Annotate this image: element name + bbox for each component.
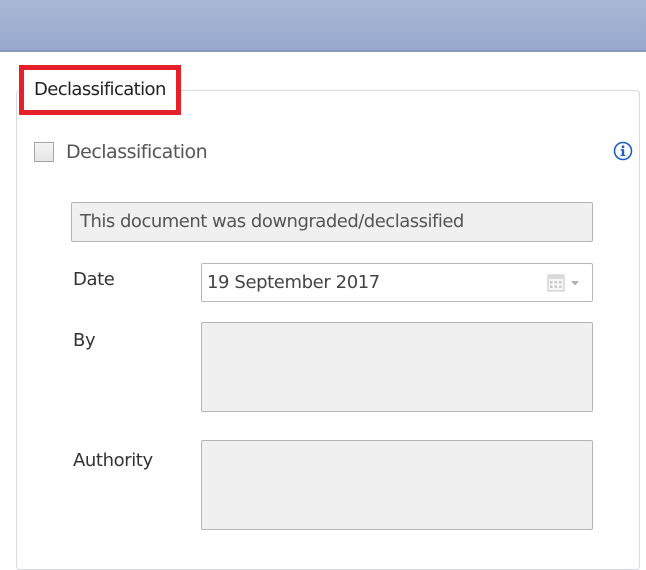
declassification-checkbox-label[interactable]: Declassification xyxy=(66,141,208,163)
declassification-checkbox-row[interactable]: Declassification xyxy=(34,139,208,165)
group-legend-declassification: Declassification xyxy=(19,65,181,115)
date-dropdown-button[interactable] xyxy=(546,273,584,293)
authority-field[interactable] xyxy=(201,440,593,530)
declassification-checkbox[interactable] xyxy=(34,142,54,162)
date-label: Date xyxy=(73,269,115,290)
window-title-bar xyxy=(0,0,646,52)
by-label: By xyxy=(73,330,96,351)
chevron-down-icon xyxy=(571,281,579,286)
info-icon[interactable] xyxy=(613,141,633,161)
date-picker[interactable]: 19 September 2017 xyxy=(201,263,593,302)
declassified-status-field: This document was downgraded/declassifie… xyxy=(71,202,593,242)
date-value: 19 September 2017 xyxy=(207,272,380,293)
authority-label: Authority xyxy=(73,450,153,471)
by-field[interactable] xyxy=(201,322,593,412)
calendar-icon xyxy=(547,274,565,292)
